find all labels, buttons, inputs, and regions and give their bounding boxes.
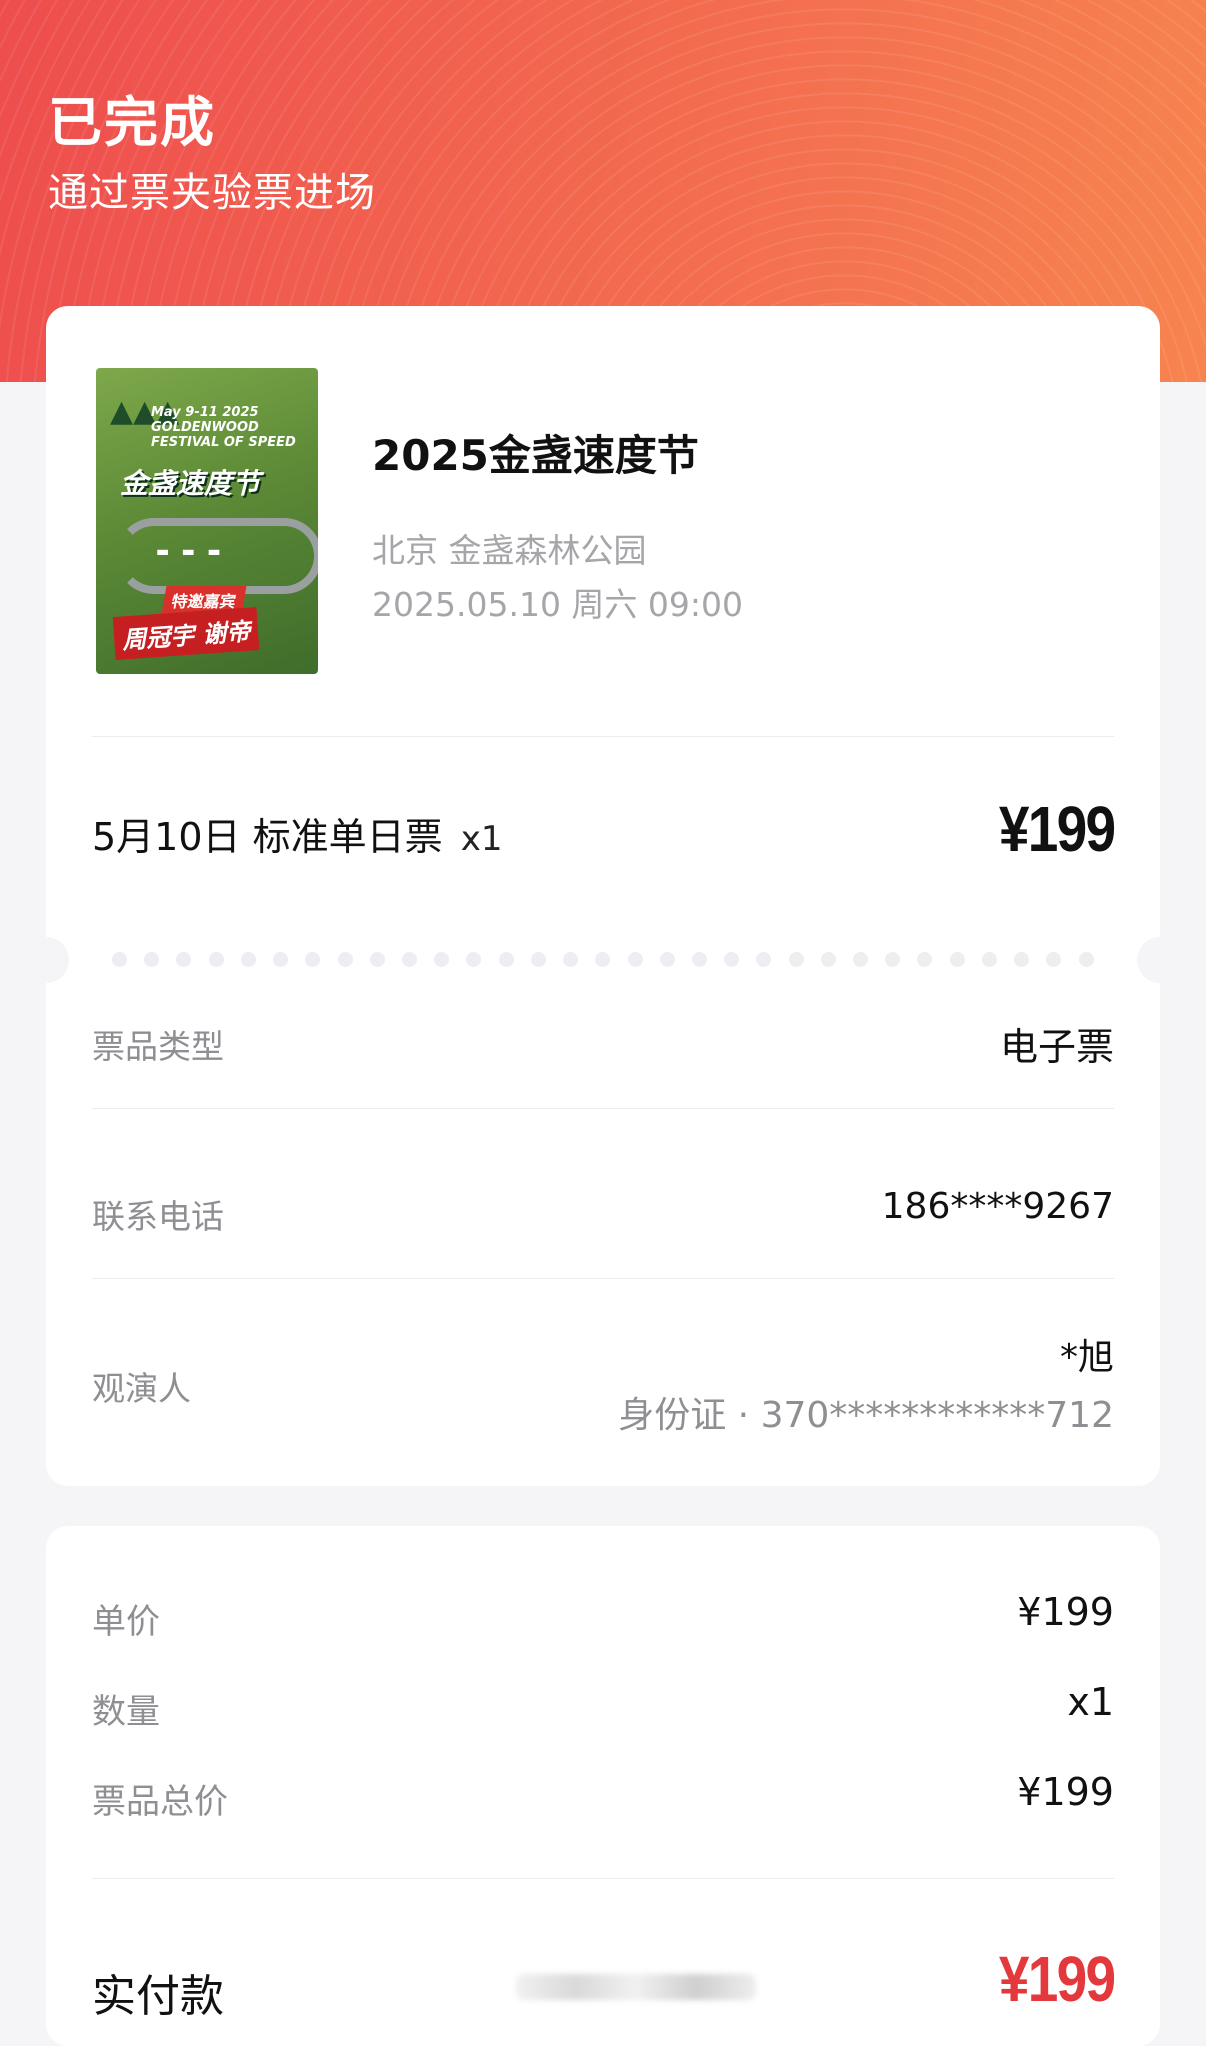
event-poster-image[interactable]: ▲▲▲ May 9-11 2025 GOLDENWOOD FESTIVAL OF… bbox=[96, 368, 318, 674]
blurred-overlay bbox=[516, 1974, 756, 2000]
quantity-value: x1 bbox=[1067, 1680, 1114, 1724]
ticket-quantity: x1 bbox=[460, 819, 503, 859]
race-cars-graphic: ▬ ▬ ▬ bbox=[156, 544, 225, 560]
order-status-subtitle: 通过票夹验票进场 bbox=[48, 170, 376, 216]
poster-brand-sub: FESTIVAL OF SPEED bbox=[151, 434, 296, 450]
perforation-dots bbox=[112, 952, 1094, 968]
event-location: 北京 金盏森林公园 bbox=[372, 531, 647, 570]
ticket-notch-left bbox=[23, 937, 69, 983]
price-summary-card: 单价 ¥199 数量 x1 票品总价 ¥199 实付款 ¥199 bbox=[46, 1526, 1160, 2046]
poster-guest-names: 周冠宇 谢帝 bbox=[112, 607, 260, 660]
phone-value: 186****9267 bbox=[881, 1186, 1114, 1227]
ticket-card: ▲▲▲ May 9-11 2025 GOLDENWOOD FESTIVAL OF… bbox=[23, 306, 1183, 1486]
ticket-type-value: 电子票 bbox=[999, 1025, 1114, 1069]
paid-amount-label: 实付款 bbox=[92, 1971, 224, 2022]
ticket-price: ¥199 bbox=[998, 793, 1115, 865]
total-price-label: 票品总价 bbox=[92, 1782, 228, 1822]
unit-price-label: 单价 bbox=[92, 1602, 160, 1642]
divider bbox=[92, 1108, 1114, 1109]
total-price-value: ¥199 bbox=[1017, 1770, 1114, 1814]
poster-brand-name: GOLDENWOOD bbox=[151, 419, 259, 435]
divider bbox=[92, 736, 1114, 737]
event-name[interactable]: 2025金盏速度节 bbox=[372, 422, 699, 483]
attendee-label: 观演人 bbox=[92, 1369, 191, 1408]
phone-label: 联系电话 bbox=[92, 1197, 224, 1236]
ticket-line: 5月10日 标准单日票 x1 bbox=[92, 806, 502, 861]
ticket-notch-right bbox=[1137, 937, 1183, 983]
order-status-title: 已完成 bbox=[48, 91, 216, 154]
quantity-label: 数量 bbox=[92, 1692, 160, 1732]
attendee-name: *旭 bbox=[1059, 1337, 1114, 1378]
divider bbox=[92, 1278, 1114, 1279]
poster-brand: May 9-11 2025 GOLDENWOOD FESTIVAL OF SPE… bbox=[151, 405, 296, 451]
ticket-description: 5月10日 标准单日票 bbox=[92, 815, 443, 859]
attendee-id: 身份证 · 370************712 bbox=[618, 1395, 1114, 1436]
paid-amount-value: ¥199 bbox=[998, 1943, 1115, 2015]
ticket-type-label: 票品类型 bbox=[92, 1027, 224, 1066]
event-datetime: 2025.05.10 周六 09:00 bbox=[372, 585, 744, 624]
divider bbox=[92, 1878, 1114, 1879]
poster-title: 金盏速度节 bbox=[120, 467, 261, 500]
unit-price-value: ¥199 bbox=[1017, 1590, 1114, 1634]
poster-dates: May 9-11 2025 bbox=[151, 405, 259, 420]
